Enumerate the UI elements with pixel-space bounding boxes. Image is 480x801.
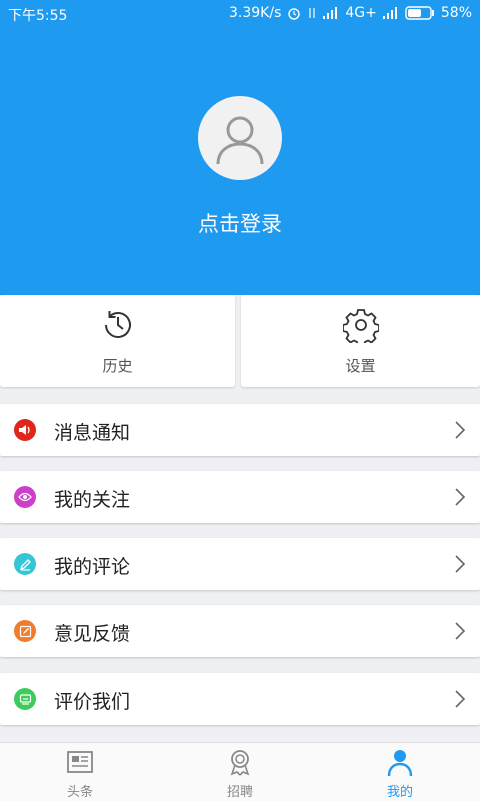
- tab-label: 招聘: [226, 785, 253, 800]
- menu-item-comments[interactable]: 我的评论: [0, 538, 480, 590]
- signal-icon: [323, 7, 338, 19]
- chevron-right-icon: [455, 555, 466, 573]
- chevron-right-icon: [455, 421, 466, 439]
- tab-headlines[interactable]: 头条: [0, 743, 160, 801]
- chevron-right-icon: [455, 690, 466, 708]
- battery-level: 58%: [440, 5, 472, 21]
- settings-button[interactable]: 设置: [241, 295, 480, 387]
- menu-item-feedback[interactable]: 意见反馈: [0, 605, 480, 657]
- badge-icon: [230, 750, 250, 776]
- speaker-icon: [14, 419, 36, 441]
- chevron-right-icon: [455, 488, 466, 506]
- login-link[interactable]: 点击登录: [0, 208, 480, 238]
- menu-label: 我的关注: [54, 489, 131, 511]
- data-icon: [309, 8, 315, 18]
- pencil-icon: [14, 553, 36, 575]
- signal-icon: [382, 7, 397, 19]
- menu-label: 评价我们: [54, 691, 131, 713]
- network-speed: 3.39K/s: [229, 5, 282, 21]
- chevron-right-icon: [455, 622, 466, 640]
- history-button[interactable]: 历史: [0, 295, 235, 387]
- menu-item-notifications[interactable]: 消息通知: [0, 404, 480, 456]
- menu-item-rate-us[interactable]: 评价我们: [0, 673, 480, 725]
- avatar[interactable]: [198, 96, 282, 180]
- eye-icon: [14, 486, 36, 508]
- settings-label: 设置: [345, 357, 376, 375]
- network-type: 4G+: [345, 5, 377, 21]
- menu-label: 意见反馈: [54, 623, 131, 645]
- menu-item-following[interactable]: 我的关注: [0, 471, 480, 523]
- news-icon: [67, 751, 93, 773]
- history-icon: [104, 311, 131, 338]
- tab-jobs[interactable]: 招聘: [160, 743, 320, 801]
- menu-label: 我的评论: [54, 556, 131, 578]
- status-time: 下午5:55: [8, 8, 68, 24]
- tab-label: 头条: [66, 785, 93, 800]
- tab-mine[interactable]: 我的: [320, 743, 480, 801]
- gear-icon: [342, 309, 379, 343]
- person-icon: [387, 750, 413, 777]
- edit-icon: [14, 620, 36, 642]
- battery-icon: [405, 6, 434, 20]
- history-label: 历史: [102, 357, 133, 375]
- status-bar: 下午5:55 3.39K/s 4G+ 58%: [0, 0, 480, 28]
- tab-label: 我的: [386, 785, 413, 800]
- bottom-tab-bar: 头条 招聘 我的: [0, 742, 480, 801]
- user-placeholder-icon: [216, 116, 264, 165]
- rate-icon: [14, 688, 36, 710]
- menu-label: 消息通知: [54, 422, 131, 444]
- alarm-icon: [288, 8, 301, 20]
